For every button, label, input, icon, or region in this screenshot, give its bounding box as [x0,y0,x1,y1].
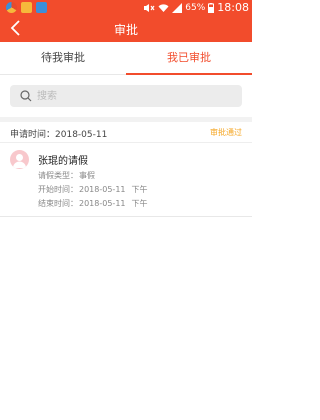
mute-icon [144,3,155,12]
end-time-row: 结束时间：2018-05-11 下午 [38,198,148,209]
page-title: 审批 [113,23,138,37]
leave-type-row: 请假类型：事假 [38,170,95,181]
record-title: 张琨的请假 [38,156,88,167]
status-right: 65% 18:08 [143,1,249,14]
end-time-label: 结束时间： [38,199,78,208]
start-time-row: 开始时间：2018-05-11 下午 [38,184,148,195]
user-avatar-icon [13,154,26,168]
tab-pending-approval[interactable]: 待我审批 [0,42,126,74]
wifi-icon [158,3,169,12]
avatar [10,150,29,169]
approval-record[interactable]: 申请时间：2018-05-11 审批通过 张琨的请假 请假类型：事假 开始时间：… [0,122,252,217]
apply-time: 申请时间：2018-05-11 [10,127,107,140]
search-box[interactable] [10,85,242,107]
tab-bar: 待我审批 我已审批 [0,42,252,75]
start-time-label: 开始时间： [38,185,78,194]
record-header: 申请时间：2018-05-11 审批通过 [0,122,252,143]
app-notification-icon [6,2,17,13]
gallery-notification-icon [36,2,47,13]
leave-type-value: 事假 [79,171,95,180]
signal-icon [172,2,183,13]
mail-notification-icon [21,2,32,13]
search-input[interactable] [37,88,227,104]
battery-icon [208,2,215,13]
tab-approved-by-me[interactable]: 我已审批 [126,42,252,75]
search-section [0,75,252,117]
status-bar: 65% 18:08 [0,0,252,15]
search-icon [20,90,32,102]
clock: 18:08 [217,1,249,14]
status-badge: 审批通过 [210,128,242,137]
apply-time-value: 2018-05-11 [55,130,108,140]
leave-type-label: 请假类型： [38,171,78,180]
end-date: 2018-05-11 [79,199,126,208]
notification-icons [6,2,47,13]
battery-percent: 65% [185,2,206,13]
header-bar: 审批 [0,15,252,42]
end-period: 下午 [131,199,148,208]
start-period: 下午 [131,185,148,194]
apply-time-label: 申请时间： [10,130,56,140]
start-date: 2018-05-11 [79,185,126,194]
